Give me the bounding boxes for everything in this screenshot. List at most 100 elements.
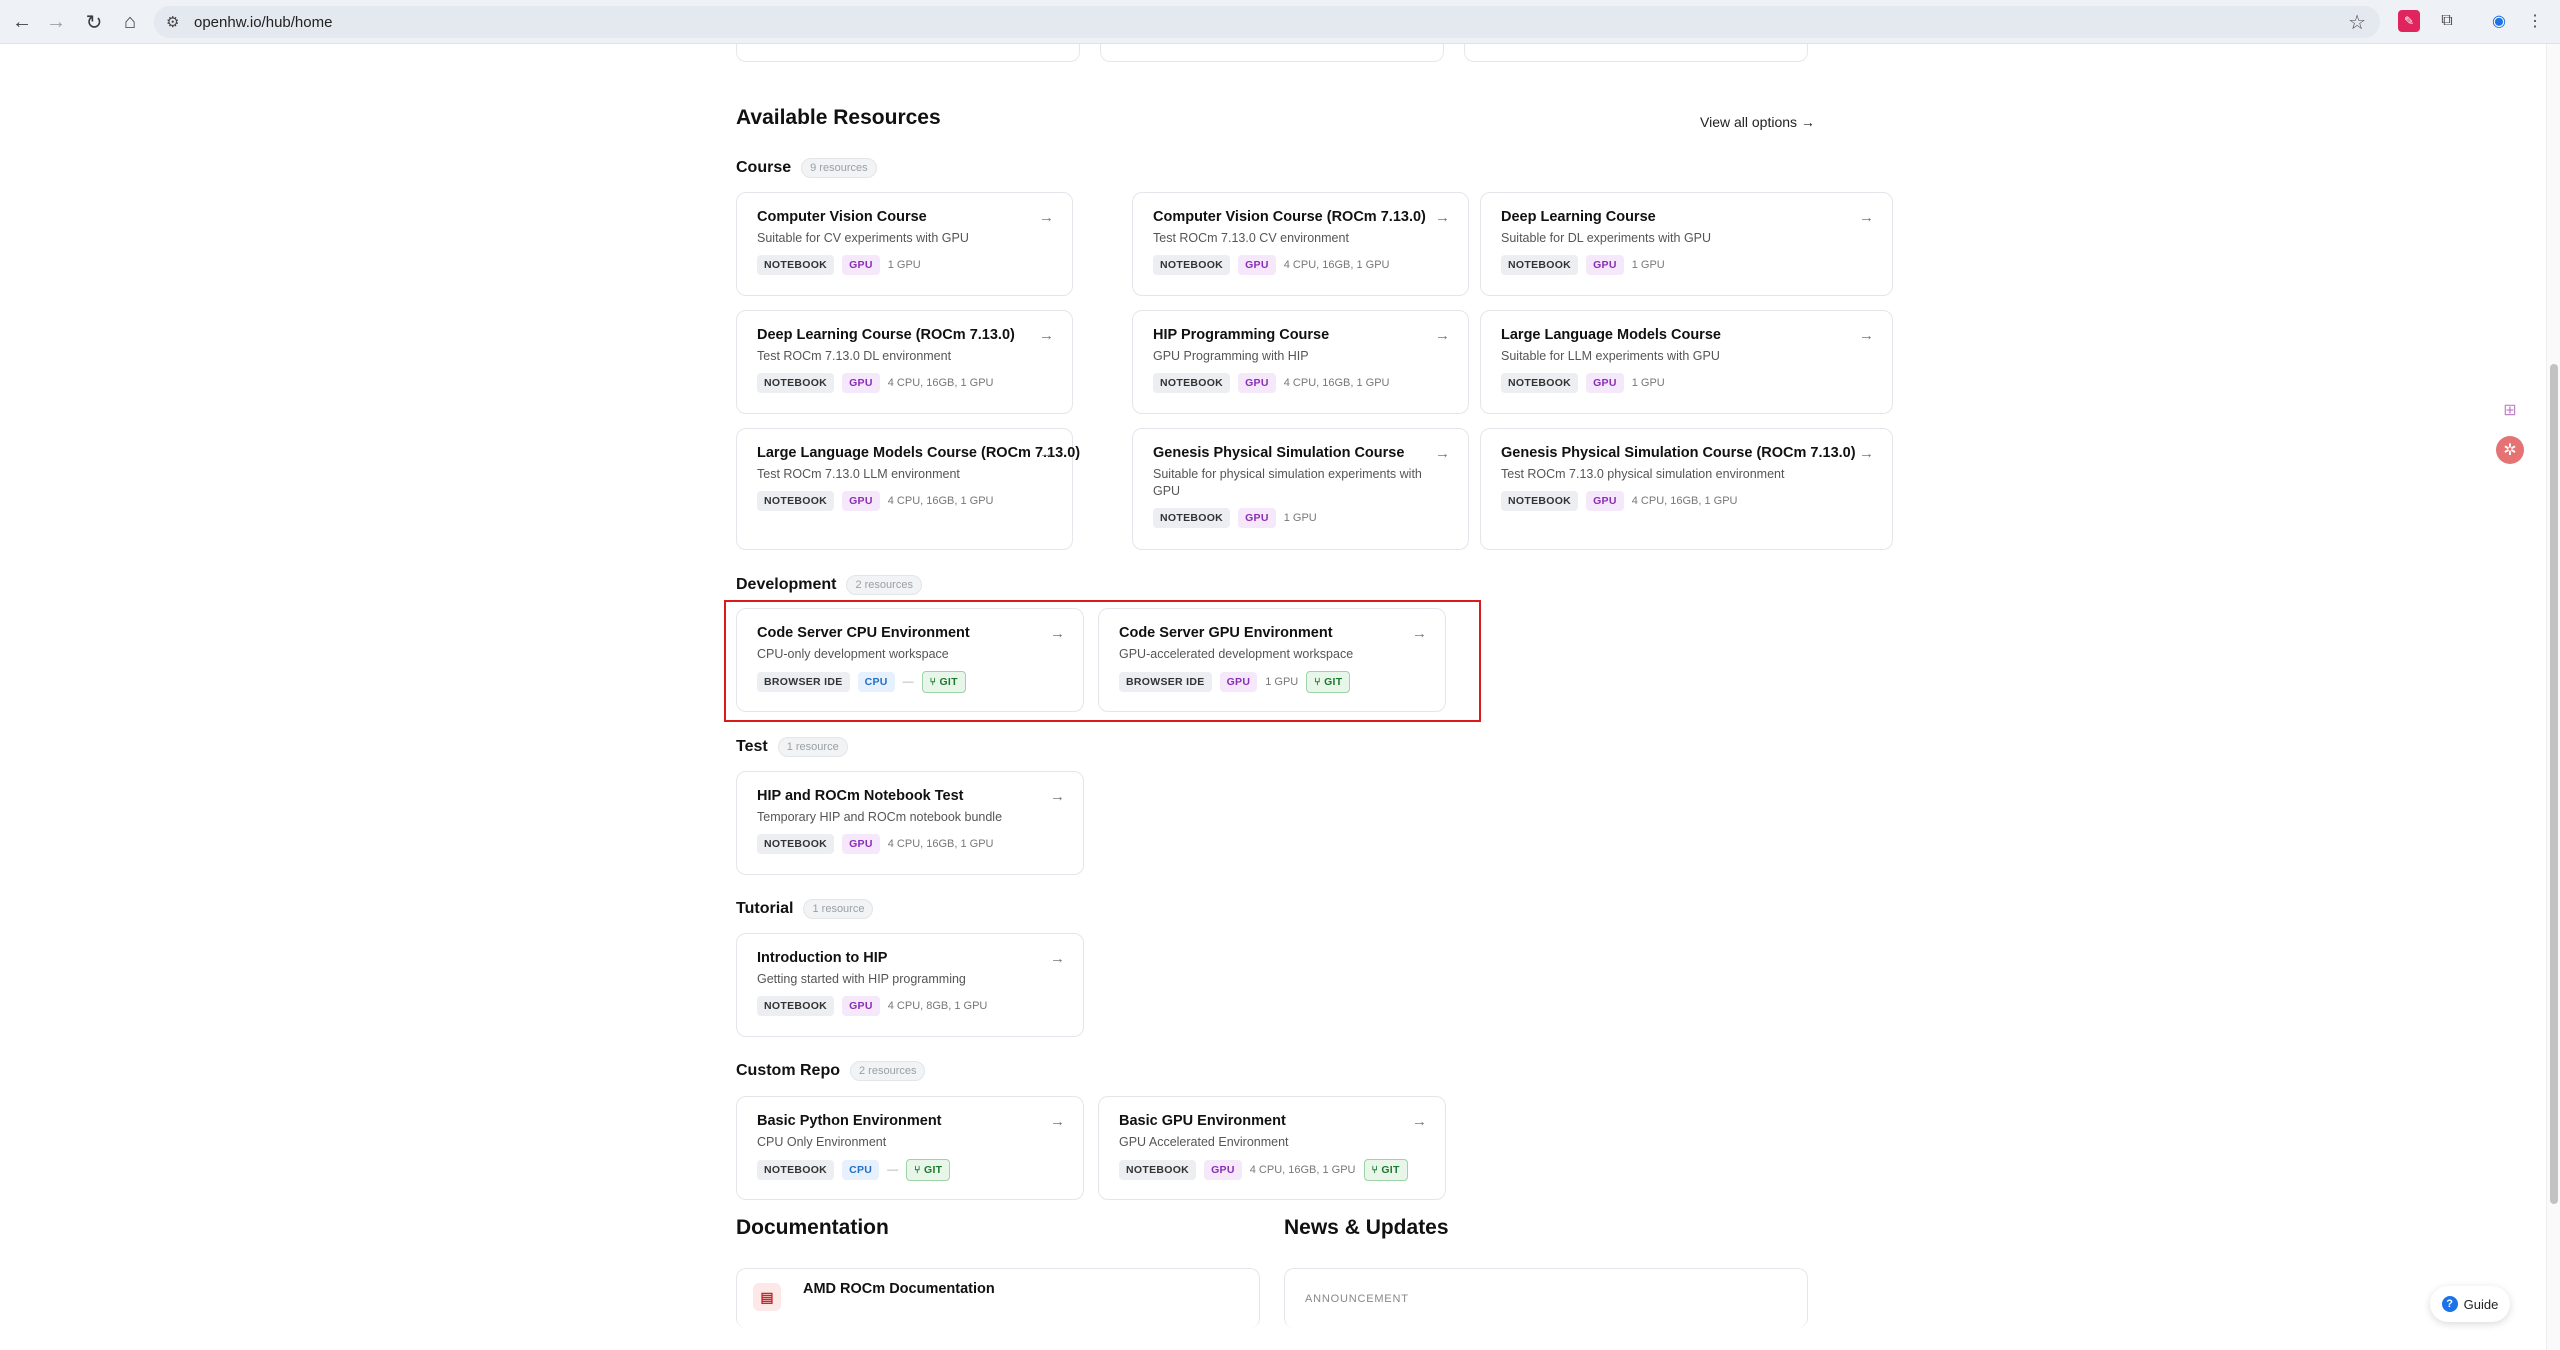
arrow-right-icon: →: [1050, 788, 1065, 805]
card-description: Suitable for DL experiments with GPU: [1501, 231, 1712, 245]
address-bar[interactable]: ⚙ openhw.io/hub/home ☆: [154, 6, 2380, 38]
news-category-label: ANNOUNCEMENT: [1305, 1293, 1409, 1305]
url-text[interactable]: openhw.io/hub/home: [194, 14, 332, 31]
card-title: Computer Vision Course (ROCm 7.13.0): [1153, 209, 1426, 225]
extensions-puzzle-icon[interactable]: ⧉: [2436, 10, 2458, 32]
group-count-badge: 1 resource: [777, 737, 848, 757]
arrow-right-icon: →: [1859, 445, 1874, 462]
card-title: Introduction to HIP: [757, 950, 888, 966]
arrow-right-icon: →: [1050, 950, 1065, 967]
resource-card[interactable]: Large Language Models Course Suitable fo…: [1480, 310, 1893, 414]
group-name: Development: [736, 576, 837, 593]
card-title: HIP and ROCm Notebook Test: [757, 788, 964, 804]
card-description: GPU Accelerated Environment: [1119, 1135, 1289, 1149]
card-title: Large Language Models Course (ROCm 7.13.…: [757, 445, 1081, 461]
accel-tag: GPU: [842, 373, 880, 393]
arrow-right-icon: →: [1435, 445, 1450, 462]
group-title-development: Development 2 resources: [736, 575, 922, 595]
resources-heading: Available Resources: [736, 106, 941, 129]
arrow-right-icon: →: [1859, 209, 1874, 226]
card-title: HIP Programming Course: [1153, 327, 1330, 343]
spec-text: 1 GPU: [1631, 259, 1665, 271]
resource-card[interactable]: Deep Learning Course (ROCm 7.13.0) Test …: [736, 310, 1073, 414]
type-tag: NOTEBOOK: [757, 996, 835, 1016]
card-title: Genesis Physical Simulation Course (ROCm…: [1501, 445, 1856, 461]
accel-tag: GPU: [1238, 373, 1276, 393]
arrow-right-icon: →: [1859, 327, 1874, 344]
scrollbar[interactable]: [2546, 44, 2560, 1350]
accel-tag: GPU: [1238, 508, 1276, 528]
card-description: Suitable for CV experiments with GPU: [757, 231, 969, 245]
arrow-right-icon: →: [1039, 327, 1054, 344]
card-title: Deep Learning Course: [1501, 209, 1656, 225]
spec-text: 4 CPU, 8GB, 1 GPU: [887, 1000, 988, 1012]
card-description: Test ROCm 7.13.0 physical simulation env…: [1501, 467, 1785, 481]
resource-card[interactable]: HIP Programming Course GPU Programming w…: [1132, 310, 1469, 414]
type-tag: NOTEBOOK: [757, 255, 835, 275]
news-card[interactable]: ANNOUNCEMENT: [1284, 1268, 1808, 1328]
group-count-badge: 1 resource: [803, 899, 874, 919]
resource-card[interactable]: Genesis Physical Simulation Course Suita…: [1132, 428, 1469, 550]
documentation-card[interactable]: ▤ AMD ROCm Documentation: [736, 1268, 1260, 1328]
resource-card[interactable]: Genesis Physical Simulation Course (ROCm…: [1480, 428, 1893, 550]
resource-card[interactable]: HIP and ROCm Notebook Test Temporary HIP…: [736, 771, 1084, 875]
resource-card[interactable]: Introduction to HIP Getting started with…: [736, 933, 1084, 1037]
highlight-box: [724, 600, 1481, 722]
group-name: Course: [736, 159, 792, 176]
card-description: Test ROCm 7.13.0 DL environment: [757, 349, 952, 363]
group-title-course: Course 9 resources: [736, 158, 877, 178]
extension-icon[interactable]: ✎: [2398, 10, 2420, 32]
card-description: Suitable for LLM experiments with GPU: [1501, 349, 1720, 363]
guide-button[interactable]: ? Guide: [2430, 1286, 2510, 1322]
type-tag: NOTEBOOK: [1153, 373, 1231, 393]
spec-text: 4 CPU, 16GB, 1 GPU: [1631, 495, 1738, 507]
arrow-right-icon: →: [1435, 209, 1450, 226]
bookmark-star-icon[interactable]: ☆: [2348, 10, 2366, 35]
resource-card[interactable]: Computer Vision Course (ROCm 7.13.0) Tes…: [1132, 192, 1469, 296]
git-branch-icon: ⑂: [914, 1164, 924, 1176]
browser-toolbar: ← → ↻ ⌂ ⚙ openhw.io/hub/home ☆ ✎ ⧉ ◉ ⋮: [0, 0, 2560, 44]
spec-text: 4 CPU, 16GB, 1 GPU: [887, 838, 994, 850]
resource-card[interactable]: Computer Vision Course Suitable for CV e…: [736, 192, 1073, 296]
type-tag: NOTEBOOK: [1119, 1160, 1197, 1180]
home-icon[interactable]: ⌂: [116, 8, 144, 36]
site-info-icon[interactable]: ⚙: [166, 13, 179, 31]
card-description: GPU Programming with HIP: [1153, 349, 1309, 363]
card-description: CPU Only Environment: [757, 1135, 887, 1149]
accel-tag: GPU: [1586, 373, 1624, 393]
accel-tag: GPU: [842, 255, 880, 275]
forward-icon[interactable]: →: [42, 8, 70, 36]
spec-text: 1 GPU: [1631, 377, 1665, 389]
git-label: GIT: [923, 1164, 943, 1176]
group-name: Custom Repo: [736, 1062, 840, 1079]
group-title-custom-repo: Custom Repo 2 resources: [736, 1061, 926, 1081]
resource-card[interactable]: Basic GPU Environment GPU Accelerated En…: [1098, 1096, 1446, 1200]
back-icon[interactable]: ←: [8, 8, 36, 36]
profile-icon[interactable]: ◉: [2488, 10, 2510, 32]
card-title: Large Language Models Course: [1501, 327, 1721, 343]
arrow-right-icon: →: [1435, 327, 1450, 344]
type-tag: NOTEBOOK: [1153, 508, 1231, 528]
reload-icon[interactable]: ↻: [80, 8, 108, 36]
apps-icon[interactable]: ⊞: [2496, 396, 2524, 424]
type-tag: NOTEBOOK: [757, 491, 835, 511]
accel-tag: GPU: [842, 996, 880, 1016]
git-tag: ⑂ GIT: [1363, 1159, 1408, 1181]
accessibility-icon[interactable]: ✲: [2496, 436, 2524, 464]
spec-text: 4 CPU, 16GB, 1 GPU: [1283, 377, 1390, 389]
card-description: Getting started with HIP programming: [757, 972, 966, 986]
git-label: GIT: [1381, 1164, 1400, 1176]
card-title: Computer Vision Course: [757, 209, 927, 225]
card-title: Deep Learning Course (ROCm 7.13.0): [757, 327, 1015, 343]
menu-icon[interactable]: ⋮: [2524, 10, 2546, 32]
type-tag: NOTEBOOK: [1501, 373, 1579, 393]
doc-title[interactable]: AMD ROCm Documentation: [803, 1281, 995, 1297]
type-tag: NOTEBOOK: [1501, 255, 1579, 275]
resource-card[interactable]: Large Language Models Course (ROCm 7.13.…: [736, 428, 1081, 550]
view-all-options-link[interactable]: View all options →: [1700, 114, 1815, 130]
scrollbar-thumb[interactable]: [2550, 364, 2558, 1204]
group-count-badge: 2 resources: [846, 575, 922, 595]
resource-card[interactable]: Deep Learning Course Suitable for DL exp…: [1480, 192, 1893, 296]
resource-card[interactable]: Basic Python Environment CPU Only Enviro…: [736, 1096, 1084, 1200]
group-title-test: Test 1 resource: [736, 737, 848, 757]
